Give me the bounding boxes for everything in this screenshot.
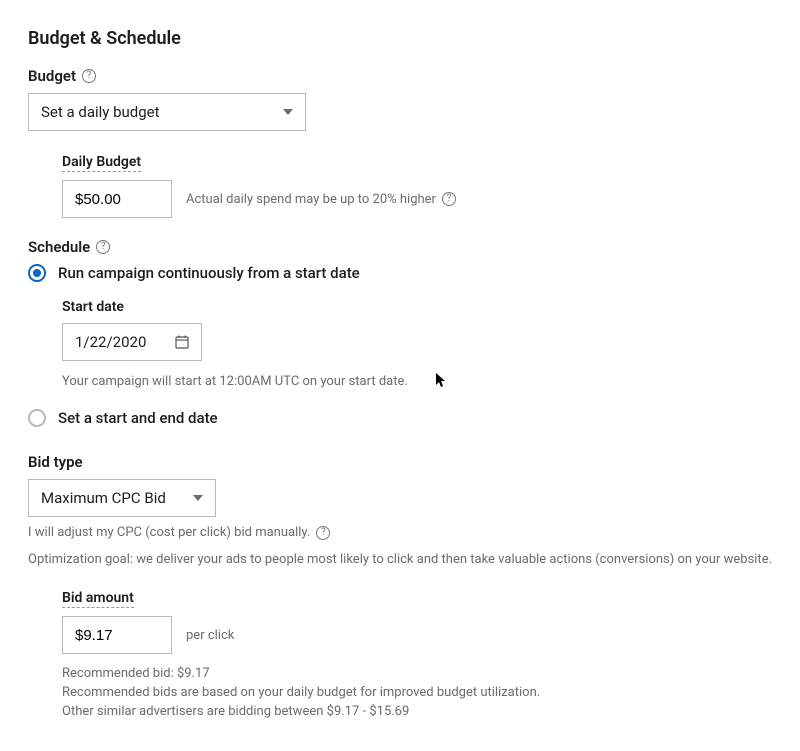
schedule-radio-startend[interactable]: [28, 409, 46, 427]
help-icon[interactable]: ?: [96, 240, 110, 254]
bidtype-label: Bid type: [28, 453, 83, 471]
help-icon[interactable]: ?: [82, 69, 96, 83]
bid-reco2: Recommended bids are based on your daily…: [62, 685, 792, 700]
calendar-icon: [175, 335, 189, 349]
bidtype-desc2: Optimization goal: we deliver your ads t…: [28, 552, 772, 567]
help-icon[interactable]: ?: [442, 192, 456, 206]
daily-budget-hint: Actual daily spend may be up to 20% high…: [186, 192, 436, 207]
bid-amount-unit: per click: [186, 628, 234, 643]
help-icon[interactable]: ?: [316, 526, 330, 540]
schedule-radio-continuous[interactable]: [28, 264, 46, 282]
schedule-radio-startend-label: Set a start and end date: [58, 409, 218, 427]
chevron-down-icon: [193, 495, 203, 501]
section-title: Budget & Schedule: [28, 28, 792, 49]
schedule-radio-continuous-label: Run campaign continuously from a start d…: [58, 264, 360, 282]
cursor-icon: [436, 373, 447, 389]
budget-select-value: Set a daily budget: [41, 103, 160, 121]
bidtype-desc1: I will adjust my CPC (cost per click) bi…: [28, 525, 310, 540]
start-date-label: Start date: [62, 299, 124, 315]
start-date-value: 1/22/2020: [75, 333, 146, 351]
daily-budget-input[interactable]: [62, 180, 172, 218]
budget-label: Budget: [28, 67, 76, 85]
bid-reco3: Other similar advertisers are bidding be…: [62, 704, 792, 719]
bidtype-select[interactable]: Maximum CPC Bid: [28, 479, 216, 517]
schedule-label: Schedule: [28, 238, 90, 256]
budget-select[interactable]: Set a daily budget: [28, 93, 306, 131]
bid-reco1: Recommended bid: $9.17: [62, 666, 792, 681]
start-date-input[interactable]: 1/22/2020: [62, 323, 202, 361]
bid-amount-label: Bid amount: [62, 590, 134, 608]
chevron-down-icon: [283, 109, 293, 115]
bid-amount-input[interactable]: [62, 616, 172, 654]
daily-budget-label: Daily Budget: [62, 154, 141, 172]
start-date-hint: Your campaign will start at 12:00AM UTC …: [62, 374, 408, 389]
bidtype-select-value: Maximum CPC Bid: [41, 489, 166, 507]
